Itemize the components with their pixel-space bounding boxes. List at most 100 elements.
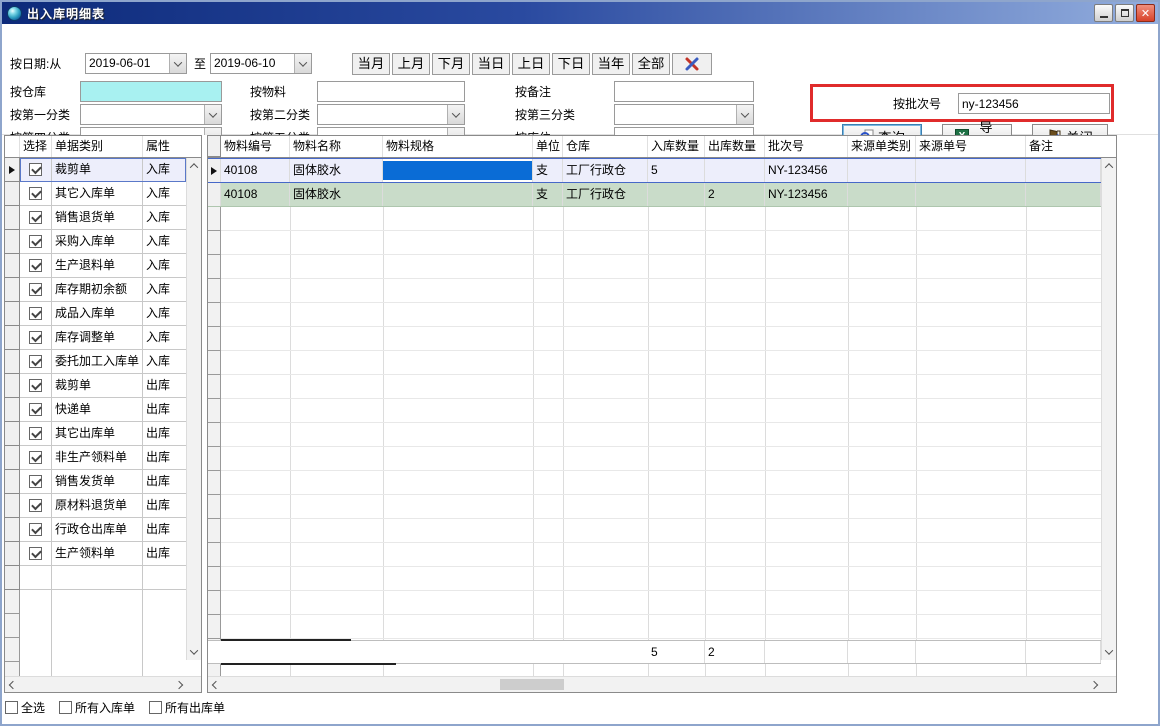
row-select-cell[interactable] xyxy=(20,350,52,374)
row-select-cell[interactable] xyxy=(20,158,52,182)
quick-next-month-button[interactable]: 下月 xyxy=(432,53,470,75)
category1-dropdown-button[interactable] xyxy=(204,105,221,124)
material-code-cell[interactable]: 40108 xyxy=(221,183,290,206)
source-type-cell[interactable] xyxy=(848,159,916,182)
col-material-name-header[interactable]: 物料名称 xyxy=(290,136,383,157)
row-select-cell[interactable] xyxy=(20,542,52,566)
col-remark-header[interactable]: 备注 xyxy=(1026,136,1116,157)
quick-current-year-button[interactable]: 当年 xyxy=(592,53,630,75)
col-warehouse-header[interactable]: 仓库 xyxy=(563,136,648,157)
maximize-button[interactable] xyxy=(1115,4,1134,22)
table-row[interactable]: 裁剪单 入库 xyxy=(5,158,186,182)
unit-cell[interactable]: 支 xyxy=(533,159,563,182)
row-checkbox[interactable] xyxy=(29,283,42,296)
scroll-up-icon[interactable] xyxy=(1105,163,1113,171)
material-spec-cell-focused[interactable] xyxy=(383,159,533,182)
row-checkbox[interactable] xyxy=(29,163,42,176)
row-checkbox[interactable] xyxy=(29,427,42,440)
row-checkbox[interactable] xyxy=(29,187,42,200)
col-material-code-header[interactable]: 物料编号 xyxy=(221,136,290,157)
scroll-down-icon[interactable] xyxy=(190,646,198,654)
row-checkbox[interactable] xyxy=(29,475,42,488)
qty-out-cell[interactable] xyxy=(705,159,765,182)
col-doctype-header[interactable]: 单据类别 xyxy=(52,136,143,157)
category2-select[interactable] xyxy=(317,104,465,125)
table-row[interactable]: 库存调整单 入库 xyxy=(5,326,186,350)
row-checkbox[interactable] xyxy=(29,523,42,536)
source-no-cell[interactable] xyxy=(916,183,1026,206)
table-row[interactable]: 生产领料单 出库 xyxy=(5,542,186,566)
col-select-header[interactable]: 选择 xyxy=(20,136,52,157)
select-all-checkbox[interactable] xyxy=(5,701,18,714)
date-to-select[interactable]: 2019-06-10 xyxy=(210,53,312,74)
category1-select[interactable] xyxy=(80,104,222,125)
table-row[interactable]: 40108 固体胶水 支 工厂行政仓 2 NY-123456 xyxy=(208,183,1101,207)
doc-grid-horizontal-scrollbar[interactable] xyxy=(5,676,201,692)
remark-filter-input[interactable] xyxy=(614,81,754,102)
table-row[interactable]: 行政仓出库单 出库 xyxy=(5,518,186,542)
row-checkbox[interactable] xyxy=(29,355,42,368)
material-code-cell[interactable]: 40108 xyxy=(221,159,290,182)
scroll-right-icon[interactable] xyxy=(175,680,183,688)
table-row[interactable]: 库存期初余额 入库 xyxy=(5,278,186,302)
all-outbound-checkbox-group[interactable]: 所有出库单 xyxy=(149,699,225,716)
table-row[interactable]: 成品入库单 入库 xyxy=(5,302,186,326)
close-button[interactable]: ✕ xyxy=(1136,4,1155,22)
category2-dropdown-button[interactable] xyxy=(447,105,464,124)
col-batch-header[interactable]: 批次号 xyxy=(765,136,848,157)
table-row[interactable]: 生产退料单 入库 xyxy=(5,254,186,278)
qty-out-cell[interactable]: 2 xyxy=(705,183,765,206)
material-spec-cell[interactable] xyxy=(383,183,533,206)
table-row[interactable]: 40108 固体胶水 支 工厂行政仓 5 NY-123456 xyxy=(208,158,1101,183)
row-checkbox[interactable] xyxy=(29,379,42,392)
date-from-select[interactable]: 2019-06-01 xyxy=(85,53,187,74)
quick-prev-month-button[interactable]: 上月 xyxy=(392,53,430,75)
table-row[interactable]: 快递单 出库 xyxy=(5,398,186,422)
scroll-left-icon[interactable] xyxy=(9,680,17,688)
scrollbar-thumb[interactable] xyxy=(500,679,564,690)
warehouse-cell[interactable]: 工厂行政仓 xyxy=(563,159,648,182)
material-filter-input[interactable] xyxy=(317,81,465,102)
row-select-cell[interactable] xyxy=(20,254,52,278)
row-select-cell[interactable] xyxy=(20,374,52,398)
unit-cell[interactable]: 支 xyxy=(533,183,563,206)
row-checkbox[interactable] xyxy=(29,211,42,224)
quick-all-button[interactable]: 全部 xyxy=(632,53,670,75)
col-unit-header[interactable]: 单位 xyxy=(533,136,563,157)
row-select-cell[interactable] xyxy=(20,206,52,230)
row-checkbox[interactable] xyxy=(29,331,42,344)
col-source-no-header[interactable]: 来源单号 xyxy=(916,136,1026,157)
table-row[interactable]: 销售退货单 入库 xyxy=(5,206,186,230)
col-qty-in-header[interactable]: 入库数量 xyxy=(648,136,705,157)
batch-cell[interactable]: NY-123456 xyxy=(765,183,848,206)
date-to-dropdown-button[interactable] xyxy=(294,54,311,73)
row-checkbox[interactable] xyxy=(29,499,42,512)
row-checkbox[interactable] xyxy=(29,451,42,464)
row-checkbox[interactable] xyxy=(29,259,42,272)
row-select-cell[interactable] xyxy=(20,230,52,254)
tools-button[interactable] xyxy=(672,53,712,75)
table-row[interactable]: 其它出库单 出库 xyxy=(5,422,186,446)
category3-select[interactable] xyxy=(614,104,754,125)
scroll-right-icon[interactable] xyxy=(1090,680,1098,688)
row-checkbox[interactable] xyxy=(29,403,42,416)
row-select-cell[interactable] xyxy=(20,422,52,446)
material-name-cell[interactable]: 固体胶水 xyxy=(290,183,383,206)
col-source-type-header[interactable]: 来源单类别 xyxy=(848,136,916,157)
row-select-cell[interactable] xyxy=(20,278,52,302)
table-row[interactable]: 销售发货单 出库 xyxy=(5,470,186,494)
qty-in-cell[interactable] xyxy=(648,183,705,206)
minimize-button[interactable] xyxy=(1094,4,1113,22)
row-select-cell[interactable] xyxy=(20,518,52,542)
batch-filter-input[interactable] xyxy=(958,93,1110,114)
scroll-down-icon[interactable] xyxy=(1105,646,1113,654)
row-select-cell[interactable] xyxy=(20,470,52,494)
table-row[interactable]: 裁剪单 出库 xyxy=(5,374,186,398)
row-select-cell[interactable] xyxy=(20,326,52,350)
quick-current-day-button[interactable]: 当日 xyxy=(472,53,510,75)
row-checkbox[interactable] xyxy=(29,235,42,248)
source-no-cell[interactable] xyxy=(916,159,1026,182)
table-row[interactable]: 其它入库单 入库 xyxy=(5,182,186,206)
all-inbound-checkbox-group[interactable]: 所有入库单 xyxy=(59,699,135,716)
row-select-cell[interactable] xyxy=(20,182,52,206)
